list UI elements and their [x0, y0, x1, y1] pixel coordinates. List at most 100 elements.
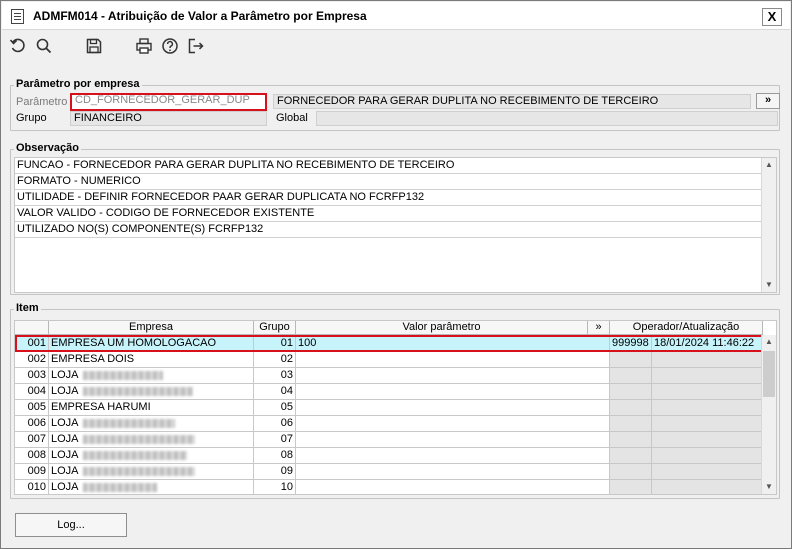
cell-operador	[610, 416, 652, 432]
redacted-name	[82, 466, 195, 476]
cell-valor[interactable]	[296, 400, 610, 416]
cell-codigo: 004	[15, 384, 49, 400]
help-button[interactable]	[161, 37, 181, 57]
cell-valor[interactable]	[296, 384, 610, 400]
print-button[interactable]	[135, 37, 155, 57]
redacted-name	[82, 434, 195, 444]
search-button[interactable]	[35, 37, 55, 57]
observacao-line: UTILIZADO NO(S) COMPONENTE(S) FCRFP132	[15, 222, 763, 238]
header-more-button[interactable]: »	[588, 321, 610, 335]
grupo-field: FINANCEIRO	[70, 111, 267, 126]
cell-valor[interactable]	[296, 464, 610, 480]
scroll-down-icon[interactable]: ▼	[762, 480, 776, 494]
codigo-text: 010	[27, 481, 46, 493]
header-valor[interactable]: Valor parâmetro	[296, 321, 588, 335]
table-row[interactable]: 006 LOJA 06	[15, 416, 763, 432]
table-row[interactable]: 008 LOJA 08	[15, 448, 763, 464]
parametro-group: Parâmetro por empresa Parâmetro CD_FORNE…	[10, 78, 780, 131]
cell-valor[interactable]	[296, 416, 610, 432]
log-button[interactable]: Log...	[15, 513, 127, 537]
table-row[interactable]: 010 LOJA 10	[15, 480, 763, 494]
cell-empresa: EMPRESA UM HOMOLOGACAO	[49, 336, 254, 352]
empresa-text: EMPRESA DOIS	[51, 353, 135, 365]
cell-operador: 999998	[610, 336, 652, 352]
header-empresa[interactable]: Empresa	[49, 321, 254, 335]
observacao-group: Observação FUNCAO - FORNECEDOR PARA GERA…	[10, 142, 780, 295]
cell-operador	[610, 480, 652, 494]
global-label: Global	[276, 112, 308, 124]
table-row[interactable]: 009 LOJA 09	[15, 464, 763, 480]
cell-codigo: 009	[15, 464, 49, 480]
scroll-up-icon[interactable]: ▲	[762, 335, 776, 349]
codigo-text: 009	[27, 465, 46, 477]
table-row[interactable]: 003 LOJA 03	[15, 368, 763, 384]
parametro-more-button[interactable]: »	[756, 93, 780, 109]
codigo-text: 004	[27, 385, 46, 397]
cell-valor[interactable]	[296, 368, 610, 384]
empresa-text: LOJA	[51, 369, 79, 381]
cell-operador	[610, 464, 652, 480]
table-row[interactable]: 002 EMPRESA DOIS 02	[15, 352, 763, 368]
empresa-text: LOJA	[51, 465, 79, 477]
header-operador[interactable]: Operador/Atualização	[610, 321, 763, 335]
redacted-name	[82, 370, 163, 380]
cell-codigo: 003	[15, 368, 49, 384]
grupo-text: 02	[280, 353, 293, 365]
grupo-text: 06	[280, 417, 293, 429]
item-scrollbar[interactable]: ▲ ▼	[761, 335, 776, 494]
cell-grupo: 02	[254, 352, 296, 368]
atualizacao-text: 18/01/2024 11:46:22	[654, 337, 755, 349]
save-button[interactable]	[85, 37, 105, 57]
cell-valor[interactable]: 100	[296, 336, 610, 352]
close-button[interactable]: X	[762, 8, 782, 26]
table-row[interactable]: 001 EMPRESA UM HOMOLOGACAO 01 100 999998 18/0…	[15, 336, 763, 352]
scroll-thumb[interactable]	[763, 351, 775, 397]
cell-grupo: 09	[254, 464, 296, 480]
cell-atualizacao	[652, 416, 763, 432]
observacao-line: FORMATO - NUMERICO	[15, 174, 763, 190]
window-title: ADMFM014 - Atribuição de Valor a Parâmet…	[33, 9, 367, 23]
cell-valor[interactable]	[296, 432, 610, 448]
codigo-text: 003	[27, 369, 46, 381]
exit-button[interactable]	[187, 37, 207, 57]
grupo-text: 01	[280, 337, 293, 349]
cell-atualizacao	[652, 368, 763, 384]
cell-grupo: 10	[254, 480, 296, 494]
cell-grupo: 03	[254, 368, 296, 384]
cell-operador	[610, 432, 652, 448]
cell-operador	[610, 448, 652, 464]
table-row[interactable]: 007 LOJA 07	[15, 432, 763, 448]
observacao-list[interactable]: FUNCAO - FORNECEDOR PARA GERAR DUPLITA N…	[14, 157, 777, 293]
codigo-text: 006	[27, 417, 46, 429]
cell-valor[interactable]	[296, 448, 610, 464]
save-icon	[86, 38, 102, 54]
undo-button[interactable]	[9, 37, 29, 57]
title-bar: ADMFM014 - Atribuição de Valor a Parâmet…	[2, 2, 790, 30]
cell-codigo: 002	[15, 352, 49, 368]
observacao-line: UTILIDADE - DEFINIR FORNECEDOR PAAR GERA…	[15, 190, 763, 206]
cell-empresa: LOJA	[49, 464, 254, 480]
cell-codigo: 007	[15, 432, 49, 448]
table-row[interactable]: 004 LOJA 04	[15, 384, 763, 400]
operador-text: 999998	[612, 337, 649, 349]
cell-codigo: 008	[15, 448, 49, 464]
empresa-text: EMPRESA UM HOMOLOGACAO	[51, 337, 217, 349]
table-row[interactable]: 005 EMPRESA HARUMI 05	[15, 400, 763, 416]
cell-atualizacao	[652, 480, 763, 494]
redacted-name	[82, 450, 187, 460]
cell-grupo: 08	[254, 448, 296, 464]
scroll-down-icon[interactable]: ▼	[762, 278, 776, 292]
cell-grupo: 01	[254, 336, 296, 352]
cell-valor[interactable]	[296, 352, 610, 368]
cell-empresa: LOJA	[49, 368, 254, 384]
observacao-scrollbar[interactable]: ▲ ▼	[761, 158, 776, 292]
parametro-input[interactable]: CD_FORNECEDOR_GERAR_DUP	[70, 93, 267, 111]
cell-valor[interactable]	[296, 480, 610, 494]
header-grupo[interactable]: Grupo	[254, 321, 296, 335]
scroll-up-icon[interactable]: ▲	[762, 158, 776, 172]
cell-grupo: 06	[254, 416, 296, 432]
cell-atualizacao	[652, 448, 763, 464]
search-icon	[36, 38, 52, 54]
parametro-label: Parâmetro	[16, 96, 68, 108]
cell-atualizacao	[652, 432, 763, 448]
